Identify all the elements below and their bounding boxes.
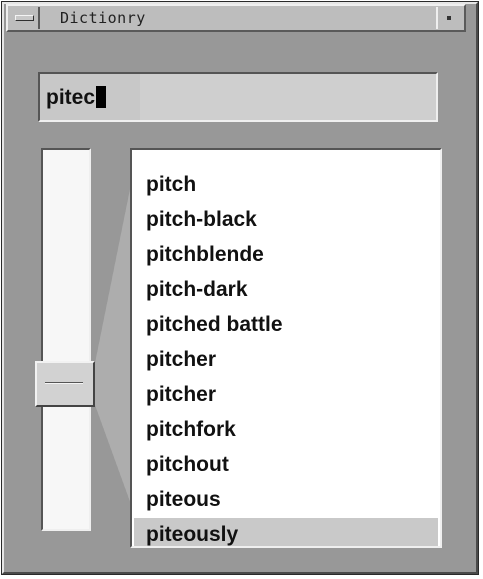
list-item[interactable]: piteously (134, 518, 438, 546)
list-item[interactable]: pitch (134, 168, 438, 202)
list-item[interactable]: pitcher (134, 343, 438, 377)
list-item[interactable]: pitch-dark (134, 273, 438, 307)
list-item[interactable]: pitchblende (134, 238, 438, 272)
list-item[interactable]: piteous (134, 483, 438, 517)
list-item[interactable]: pitched battle (134, 308, 438, 342)
scrollbar-thumb-grip (45, 382, 83, 384)
list-item[interactable]: pitcher (134, 378, 438, 412)
list-item[interactable]: pitchout (134, 448, 438, 482)
results-list[interactable]: pitch pitch-black pitchblende pitch-dark pit… (130, 148, 442, 548)
list-item[interactable]: pitchfork (134, 413, 438, 447)
list-item[interactable]: pitch-black (134, 203, 438, 237)
scrollbar-thumb[interactable] (35, 361, 95, 407)
